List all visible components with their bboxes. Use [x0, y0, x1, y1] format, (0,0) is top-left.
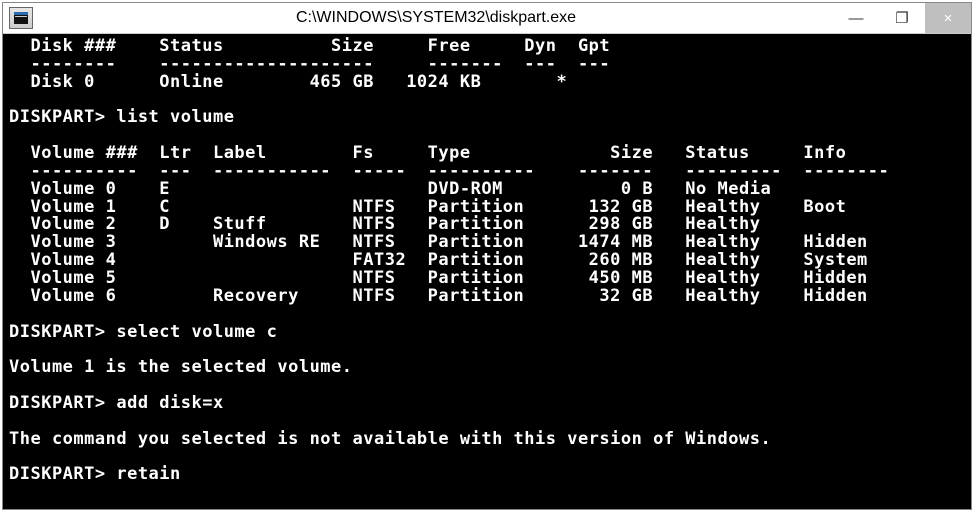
minimize-button[interactable]: —: [833, 3, 879, 33]
window-controls: — ❐ ×: [833, 3, 971, 33]
window-title: C:\WINDOWS\SYSTEM32\diskpart.exe: [39, 9, 833, 27]
console-output[interactable]: Disk ### Status Size Free Dyn Gpt ------…: [3, 34, 971, 509]
close-button[interactable]: ×: [925, 3, 971, 33]
maximize-button[interactable]: ❐: [879, 3, 925, 33]
titlebar[interactable]: C:\WINDOWS\SYSTEM32\diskpart.exe — ❐ ×: [3, 3, 971, 34]
diskpart-window: C:\WINDOWS\SYSTEM32\diskpart.exe — ❐ × D…: [2, 2, 972, 510]
system-menu-icon[interactable]: [9, 7, 33, 29]
